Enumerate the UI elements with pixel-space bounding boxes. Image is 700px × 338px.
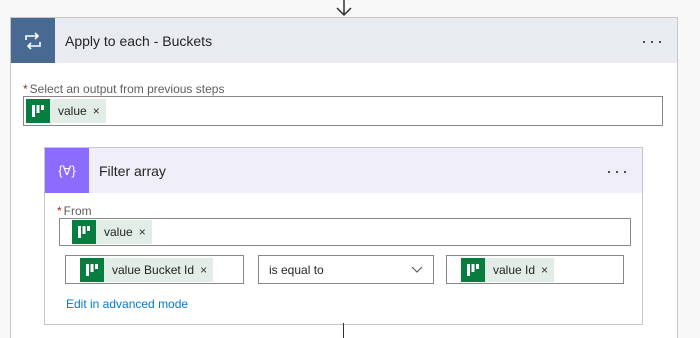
from-label: * From <box>57 204 92 218</box>
apply-to-each-title: Apply to each - Buckets <box>65 32 213 49</box>
required-mark: * <box>57 204 62 218</box>
from-field[interactable]: value × <box>59 218 631 246</box>
select-output-field[interactable]: value × <box>23 96 663 126</box>
apply-to-each-header[interactable]: Apply to each - Buckets ··· <box>11 18 677 63</box>
token-label: value Id <box>493 262 536 277</box>
apply-to-each-card: Apply to each - Buckets ··· * Select an o… <box>10 17 678 338</box>
remove-token-button[interactable]: × <box>139 225 152 239</box>
bottom-connector-line <box>343 323 344 338</box>
value-token[interactable]: value × <box>26 99 106 123</box>
loop-icon <box>11 18 55 63</box>
token-label: value Bucket Id <box>112 262 195 277</box>
operator-selected-value: is equal to <box>269 262 324 277</box>
token-label: value <box>104 225 133 239</box>
value-id-token[interactable]: value Id × <box>461 257 555 282</box>
condition-right-field[interactable]: value Id × <box>446 255 624 284</box>
remove-token-button[interactable]: × <box>541 263 554 277</box>
inner-more-options-button[interactable]: ··· <box>606 162 630 180</box>
required-mark: * <box>23 82 28 96</box>
planner-icon <box>26 99 50 123</box>
filter-array-icon: {∀} <box>45 148 89 193</box>
planner-icon <box>72 220 96 244</box>
canvas-margin <box>678 17 700 338</box>
value-token[interactable]: value × <box>72 220 152 244</box>
down-arrow-connector-icon <box>336 0 352 17</box>
condition-left-field[interactable]: value Bucket Id × <box>65 255 244 284</box>
remove-token-button[interactable]: × <box>200 263 213 277</box>
filter-array-header[interactable]: {∀} Filter array ··· <box>45 148 642 193</box>
edit-advanced-mode-link[interactable]: Edit in advanced mode <box>66 297 188 311</box>
filter-array-title: Filter array <box>99 162 166 179</box>
select-output-label: * Select an output from previous steps <box>23 82 224 96</box>
remove-token-button[interactable]: × <box>93 104 106 118</box>
from-label-text: From <box>63 204 92 218</box>
operator-dropdown[interactable]: is equal to <box>258 255 434 284</box>
planner-icon <box>461 257 485 282</box>
chevron-down-icon <box>411 266 423 273</box>
token-label: value <box>58 104 87 118</box>
outer-more-options-button[interactable]: ··· <box>641 32 665 50</box>
select-output-label-text: Select an output from previous steps <box>29 82 225 96</box>
value-bucket-id-token[interactable]: value Bucket Id × <box>80 257 214 282</box>
filter-array-card: {∀} Filter array ··· * From value × valu… <box>44 147 643 325</box>
planner-icon <box>80 257 104 282</box>
